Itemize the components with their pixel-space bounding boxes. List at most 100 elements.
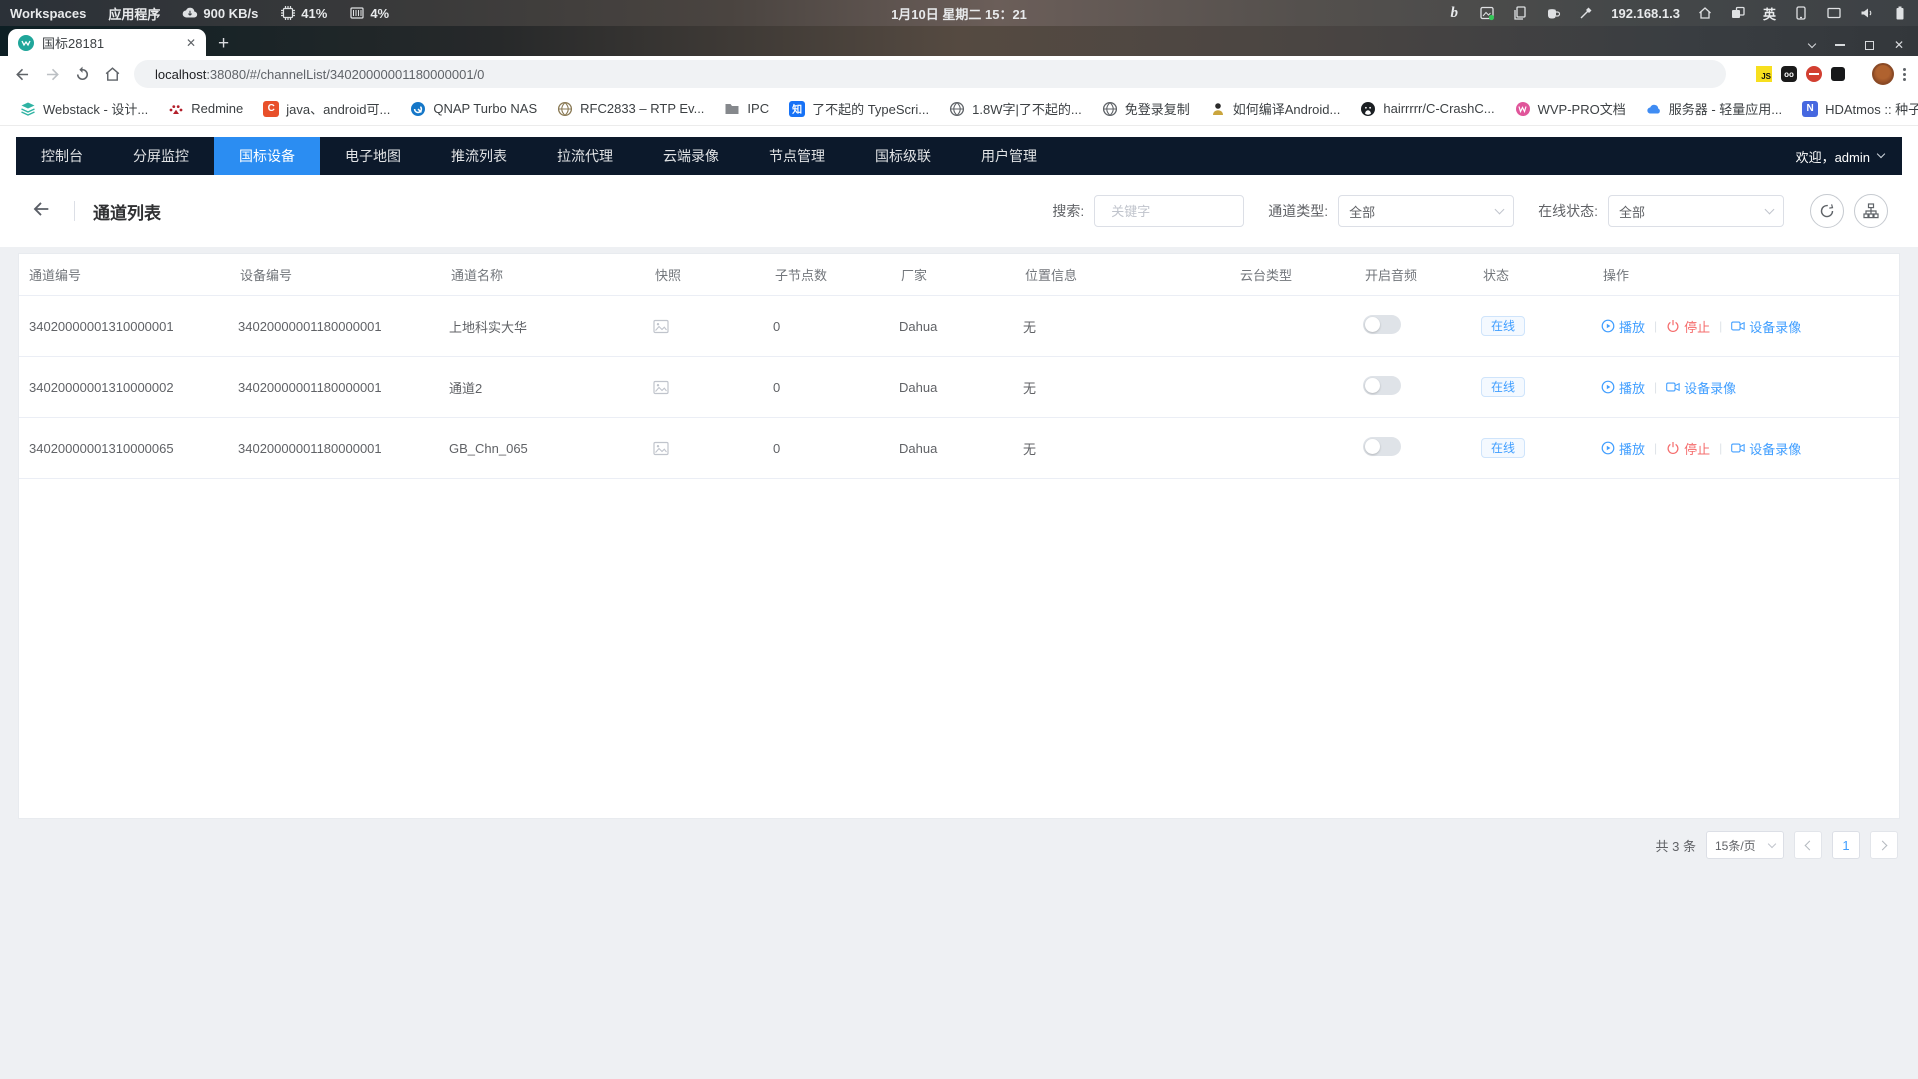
bookmark-item[interactable]: 免登录复制 <box>1094 96 1198 121</box>
next-page-button[interactable] <box>1870 831 1898 859</box>
page-title: 通道列表 <box>93 199 161 224</box>
refresh-button[interactable] <box>1810 194 1844 228</box>
close-window-icon[interactable]: ✕ <box>1894 39 1904 51</box>
device-tree-button[interactable] <box>1854 194 1888 228</box>
nav-item-拉流代理[interactable]: 拉流代理 <box>532 137 638 175</box>
audio-toggle[interactable] <box>1363 437 1401 456</box>
home-page-icon[interactable] <box>98 60 126 88</box>
op-设备录像-button[interactable]: 设备录像 <box>1666 378 1736 397</box>
operations-cell: 播放|设备录像 <box>1601 378 1899 397</box>
bookmark-item[interactable]: Redmine <box>160 98 251 120</box>
current-page[interactable]: 1 <box>1832 831 1860 859</box>
search-input[interactable] <box>1094 195 1244 227</box>
column-header: 状态 <box>1481 265 1601 284</box>
snapshot-cell[interactable] <box>653 441 773 456</box>
nav-item-国标级联[interactable]: 国标级联 <box>850 137 956 175</box>
tab-close-icon[interactable]: ✕ <box>186 37 196 49</box>
op-设备录像-button[interactable]: 设备录像 <box>1731 439 1801 458</box>
bookmark-item[interactable]: 如何编译Android... <box>1202 96 1349 121</box>
maximize-icon[interactable] <box>1865 41 1874 50</box>
bookmark-label: 如何编译Android... <box>1233 99 1341 118</box>
bookmark-item[interactable]: Webstack - 设计... <box>12 96 156 121</box>
browser-tab[interactable]: 国标28181 ✕ <box>8 29 206 56</box>
table-row: 3402000000131000000234020000001180000001… <box>19 357 1899 418</box>
url-text[interactable]: localhost:38080/#/channelList/3402000000… <box>155 67 1714 82</box>
new-tab-button[interactable]: + <box>218 34 229 53</box>
video-camera-icon <box>1731 441 1745 455</box>
ip-address-indicator[interactable]: 192.168.1.3 <box>1611 6 1680 21</box>
globe-icon <box>1102 101 1118 117</box>
op-设备录像-button[interactable]: 设备录像 <box>1731 317 1801 336</box>
c-badge-icon: C <box>263 101 279 117</box>
column-header: 操作 <box>1601 265 1899 284</box>
stop-power-icon <box>1666 319 1680 333</box>
nav-item-节点管理[interactable]: 节点管理 <box>744 137 850 175</box>
bookmark-item[interactable]: QNAP Turbo NAS <box>402 98 545 120</box>
op-停止-button[interactable]: 停止 <box>1666 439 1710 458</box>
bookmark-item[interactable]: RFC2833 – RTP Ev... <box>549 98 712 120</box>
nav-item-用户管理[interactable]: 用户管理 <box>956 137 1062 175</box>
bookmark-item[interactable]: 1.8W字|了不起的... <box>941 96 1090 121</box>
op-停止-button[interactable]: 停止 <box>1666 317 1710 336</box>
workspace-switcher-icon[interactable] <box>1730 5 1746 21</box>
forward-icon[interactable] <box>38 60 66 88</box>
cpu-usage-indicator[interactable]: 41% <box>280 5 327 21</box>
bookmark-item[interactable]: 服务器 - 轻量应用... <box>1638 96 1790 121</box>
profile-avatar[interactable] <box>1872 63 1894 85</box>
extension-oo-icon[interactable]: oo <box>1781 66 1797 82</box>
bookmark-item[interactable]: Cjava、android可... <box>255 96 398 121</box>
clipboard-icon[interactable] <box>1512 5 1528 21</box>
bookmark-item[interactable]: 知了不起的 TypeScri... <box>781 96 937 121</box>
address-bar[interactable]: localhost:38080/#/channelList/3402000000… <box>134 60 1726 88</box>
workspaces-button[interactable]: Workspaces <box>10 6 86 21</box>
network-speed-indicator[interactable]: 900 KB/s <box>182 5 258 21</box>
reload-icon[interactable] <box>68 60 96 88</box>
bookmark-item[interactable]: NHDAtmos :: 种子 *... <box>1794 96 1918 121</box>
nav-item-推流列表[interactable]: 推流列表 <box>426 137 532 175</box>
color-picker-icon[interactable] <box>1578 5 1594 21</box>
applications-button[interactable]: 应用程序 <box>108 4 160 23</box>
minimize-icon[interactable] <box>1835 44 1845 46</box>
prev-page-button[interactable] <box>1794 831 1822 859</box>
display-icon[interactable] <box>1826 5 1842 21</box>
page-size-select[interactable]: 15条/页 <box>1706 831 1784 859</box>
op-label: 设备录像 <box>1749 439 1801 458</box>
online-status-select[interactable]: 全部 <box>1608 195 1784 227</box>
browser-menu-icon[interactable] <box>1903 68 1906 81</box>
coffee-icon[interactable] <box>1545 5 1561 21</box>
volume-icon[interactable] <box>1859 5 1875 21</box>
user-menu[interactable]: 欢迎，admin <box>1796 147 1902 166</box>
back-icon[interactable] <box>8 60 36 88</box>
nav-item-分屏监控[interactable]: 分屏监控 <box>108 137 214 175</box>
memory-usage-indicator[interactable]: 4% <box>349 5 389 21</box>
keyboard-layout-badge[interactable]: 英 <box>1763 4 1776 23</box>
play-circle-icon <box>1601 319 1615 333</box>
screenshot-icon[interactable] <box>1479 5 1495 21</box>
bing-icon[interactable]: b <box>1446 5 1462 21</box>
snapshot-cell[interactable] <box>653 380 773 395</box>
tab-search-icon[interactable] <box>1808 39 1816 47</box>
back-button[interactable] <box>30 198 52 225</box>
op-播放-button[interactable]: 播放 <box>1601 378 1645 397</box>
nav-item-控制台[interactable]: 控制台 <box>16 137 108 175</box>
phone-link-icon[interactable] <box>1793 5 1809 21</box>
extension-js-icon[interactable]: JS <box>1756 66 1772 82</box>
extension-dark-icon[interactable] <box>1831 67 1845 81</box>
stop-power-icon <box>1666 441 1680 455</box>
home-icon[interactable] <box>1697 5 1713 21</box>
nav-item-国标设备[interactable]: 国标设备 <box>214 137 320 175</box>
snapshot-cell[interactable] <box>653 319 773 334</box>
audio-toggle[interactable] <box>1363 376 1401 395</box>
audio-toggle[interactable] <box>1363 315 1401 334</box>
bookmark-item[interactable]: WVP-PRO文档 <box>1507 96 1634 121</box>
op-播放-button[interactable]: 播放 <box>1601 439 1645 458</box>
battery-icon[interactable] <box>1892 5 1908 21</box>
search-keyword-field[interactable] <box>1111 204 1233 219</box>
op-播放-button[interactable]: 播放 <box>1601 317 1645 336</box>
extension-adblock-icon[interactable] <box>1806 66 1822 82</box>
nav-item-电子地图[interactable]: 电子地图 <box>320 137 426 175</box>
nav-item-云端录像[interactable]: 云端录像 <box>638 137 744 175</box>
bookmark-item[interactable]: IPC <box>716 98 777 120</box>
channel-type-select[interactable]: 全部 <box>1338 195 1514 227</box>
bookmark-item[interactable]: hairrrrr/C-CrashC... <box>1352 98 1502 120</box>
